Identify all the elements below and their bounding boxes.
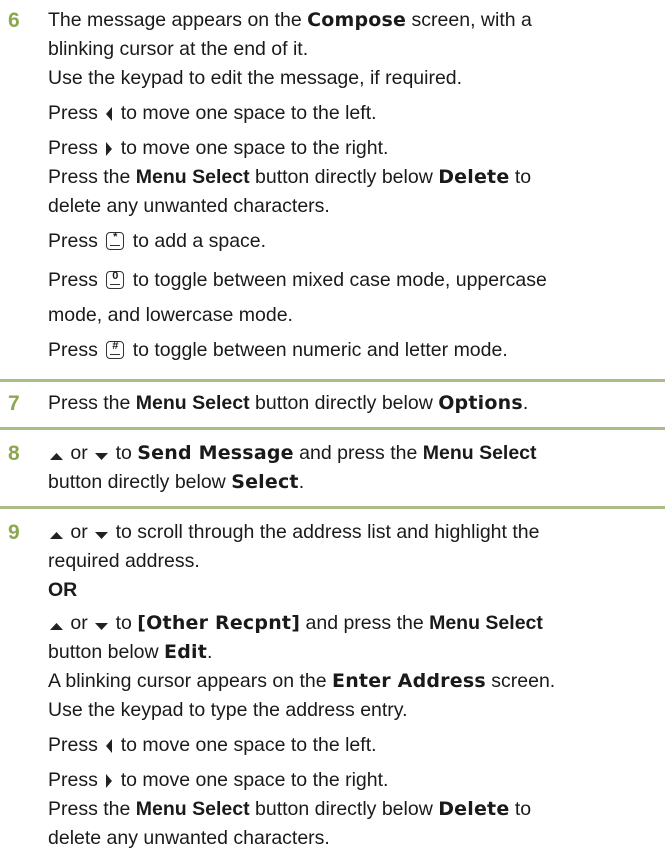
text-line: Press to move one space to the right. (48, 137, 389, 159)
text-line: delete any unwanted characters. (48, 195, 330, 217)
text-line: Press the Menu Select button directly be… (48, 798, 532, 820)
zero-key-icon: 0 (106, 270, 125, 289)
text-line: A blinking cursor appears on the Enter A… (48, 670, 556, 692)
up-arrow-icon (50, 532, 63, 539)
step-number: 7 (8, 392, 20, 415)
text-line: or to [Other Recpnt] and press the Menu … (48, 609, 648, 638)
step-number: 9 (8, 521, 20, 544)
up-arrow-icon (50, 623, 63, 630)
down-arrow-icon (95, 623, 109, 630)
text-line: blinking cursor at the end of it. (48, 38, 309, 60)
hash-key-icon: # (106, 340, 125, 359)
up-arrow-icon (50, 453, 63, 460)
left-arrow-icon (106, 107, 113, 121)
text-line: or to scroll through the address list an… (48, 518, 648, 547)
or-label: OR (48, 579, 78, 601)
text-line: button below Edit. (48, 641, 213, 663)
step-body: or to scroll through the address list an… (48, 518, 648, 853)
text-line: Use the keypad to type the address entry… (48, 699, 408, 721)
text-line: or to Send Message and press the Menu Se… (48, 439, 648, 468)
step-number: 8 (8, 442, 20, 465)
step-body: The message appears on the Compose scree… (48, 6, 648, 365)
right-arrow-icon (106, 774, 113, 788)
down-arrow-icon (95, 453, 109, 460)
left-arrow-icon (106, 739, 113, 753)
star-key-icon: * (106, 231, 125, 250)
text-line: Press the Menu Select button directly be… (48, 392, 529, 414)
text-line: Use the keypad to edit the message, if r… (48, 67, 463, 89)
divider (0, 506, 665, 509)
text-line: button directly below Select. (48, 471, 305, 493)
step-number: 6 (8, 9, 20, 32)
text-line: The message appears on the Compose scree… (48, 9, 532, 31)
screen-name-options: Options (438, 392, 523, 414)
step-body: or to Send Message and press the Menu Se… (48, 439, 648, 497)
text-line: Press 0 to toggle between mixed case mod… (48, 269, 547, 291)
screen-name-delete: Delete (438, 166, 510, 188)
divider (0, 379, 665, 382)
text-line: Press * to add a space. (48, 230, 267, 252)
text-line: Press the Menu Select button directly be… (48, 166, 532, 188)
text-line: Press to move one space to the left. (48, 102, 377, 124)
right-arrow-icon (106, 142, 113, 156)
text-line: required address. (48, 550, 200, 572)
text-line: Press # to toggle between numeric and le… (48, 339, 508, 361)
screen-name-compose: Compose (307, 9, 407, 31)
text-line: Press to move one space to the left. (48, 734, 377, 756)
text-line: mode, and lowercase mode. (48, 304, 293, 326)
divider (0, 427, 665, 430)
text-line: Press to move one space to the right. (48, 769, 389, 791)
down-arrow-icon (95, 532, 109, 539)
text-line: delete any unwanted characters. (48, 827, 330, 849)
step-body: Press the Menu Select button directly be… (48, 389, 648, 418)
